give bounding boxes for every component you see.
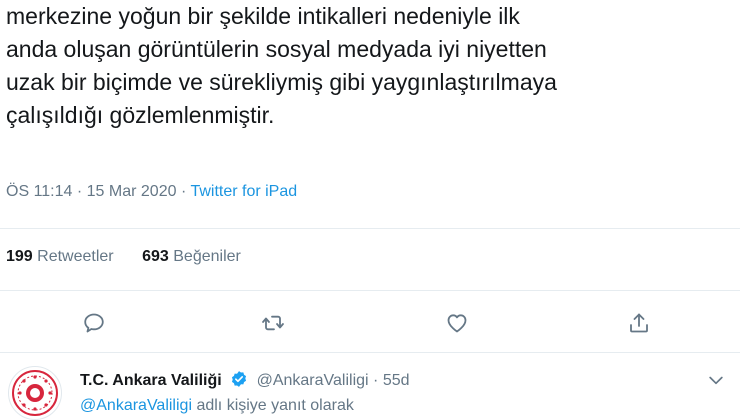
likes-count: 693 (142, 248, 169, 265)
divider (0, 228, 740, 229)
tweet-actions (0, 308, 740, 338)
meta-separator: · (180, 183, 187, 200)
verified-badge-icon (232, 371, 247, 387)
tweet-text: merkezine yoğun bir şekilde intikalleri … (6, 0, 734, 132)
retweet-icon (262, 315, 284, 331)
heart-icon (447, 314, 467, 333)
tweet-date[interactable]: 15 Mar 2020 (87, 183, 177, 200)
retweets-stat[interactable]: 199 Retweetler (6, 248, 114, 265)
reply-tweet[interactable]: T.C. Ankara Valiliği @AnkaraValiligi · 5… (0, 356, 740, 420)
tweet-stats: 199 Retweetler 693 Beğeniler (6, 248, 265, 266)
reply-age[interactable]: 55d (383, 372, 410, 389)
tweet-line: anda oluşan görüntülerin sosyal medyada … (6, 36, 547, 62)
share-icon (630, 313, 648, 333)
replying-mention-link[interactable]: @AnkaraValiligi (80, 397, 192, 414)
ankara-valiligi-seal-icon (12, 370, 58, 416)
chevron-down-icon[interactable] (706, 370, 726, 390)
meta-separator: · (76, 183, 83, 200)
reply-icon (84, 313, 104, 333)
tweet-line: merkezine yoğun bir şekilde intikalleri … (6, 3, 520, 29)
replying-to: @AnkaraValiligi adlı kişiye yanıt olarak (80, 397, 354, 415)
divider (0, 352, 740, 353)
replying-suffix: adlı kişiye yanıt olarak (196, 397, 354, 414)
share-button[interactable] (624, 308, 654, 338)
tweet-line: uzak bir biçimde ve sürekliymiş gibi yay… (6, 69, 557, 95)
retweet-button[interactable] (258, 308, 288, 338)
likes-stat[interactable]: 693 Beğeniler (142, 248, 241, 265)
divider (0, 290, 740, 291)
likes-label: Beğeniler (173, 248, 241, 265)
retweets-label: Retweetler (37, 248, 114, 265)
meta-separator: · (373, 372, 379, 389)
tweet-line: çalışıldığı gözlemlenmiştir. (6, 102, 275, 128)
retweets-count: 199 (6, 248, 33, 265)
reply-author-name[interactable]: T.C. Ankara Valiliği (80, 372, 222, 389)
like-button[interactable] (442, 308, 472, 338)
reply-header: T.C. Ankara Valiliği @AnkaraValiligi · 5… (80, 370, 410, 390)
reply-button[interactable] (79, 308, 109, 338)
tweet-meta: ÖS 11:14 · 15 Mar 2020 · Twitter for iPa… (6, 183, 297, 201)
avatar[interactable] (8, 366, 62, 420)
tweet-source-link[interactable]: Twitter for iPad (190, 183, 297, 200)
reply-author-handle[interactable]: @AnkaraValiligi (257, 372, 369, 389)
tweet-time[interactable]: ÖS 11:14 (6, 183, 72, 200)
